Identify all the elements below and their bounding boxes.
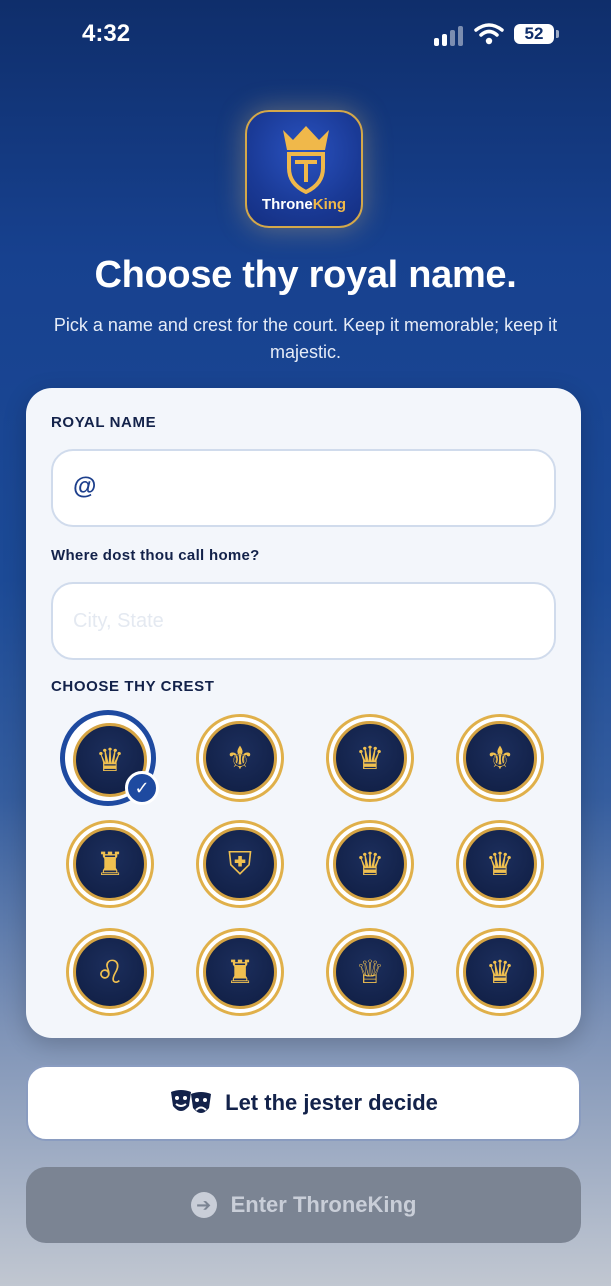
enter-label: Enter ThroneKing <box>230 1192 417 1217</box>
water-drop-shield-icon: ⛨ <box>203 827 277 901</box>
crest-grid: ♛ ✓ ⚜ ♛ ⚜ ♜ ⛨ ♛ ♛ ♌ ♜ ♕ ♛ <box>60 710 560 1016</box>
crest-option-5[interactable]: ♜ <box>66 820 154 908</box>
page-subtitle: Pick a name and crest for the court. Kee… <box>53 315 558 362</box>
battery-icon: 52 <box>514 24 559 44</box>
home-label: Where dost thou call home? <box>51 547 260 564</box>
castle-tower-icon: ♜ <box>203 935 277 1009</box>
royal-name-label: ROYAL NAME <box>51 414 157 431</box>
app-logo: ThroneKing <box>245 110 363 228</box>
crest-option-6[interactable]: ⛨ <box>196 820 284 908</box>
status-bar: 4:32 52 <box>0 0 611 70</box>
arrow-right-icon: ➔ <box>190 1192 217 1218</box>
cellular-signal-icon <box>434 24 466 46</box>
profile-form-card: ROYAL NAME @ Where dost thou call home? … <box>26 388 581 1038</box>
jester-decide-button[interactable]: Let the jester decide <box>26 1065 581 1141</box>
crest-label: CHOOSE THY CREST <box>51 678 215 695</box>
fountain-fleur-icon: ⚜ <box>463 721 537 795</box>
crest-option-8[interactable]: ♛ <box>456 820 544 908</box>
crown-shield-icon <box>283 126 329 194</box>
crest-option-3[interactable]: ♛ <box>326 714 414 802</box>
bidet-sprayer-icon: ♛ <box>463 827 537 901</box>
home-field[interactable] <box>51 582 556 660</box>
royal-name-field[interactable]: @ <box>51 449 556 527</box>
jester-hat-icon: ♛ <box>463 935 537 1009</box>
crest-option-1[interactable]: ♛ ✓ <box>60 710 159 806</box>
crest-option-2[interactable]: ⚜ <box>196 714 284 802</box>
lion-rampant-icon: ♌ <box>73 935 147 1009</box>
checkmark-icon: ✓ <box>125 771 159 805</box>
crest-option-7[interactable]: ♛ <box>326 820 414 908</box>
toilet-laurel-icon: ♕ <box>333 935 407 1009</box>
enter-button[interactable]: ➔ Enter ThroneKing <box>26 1167 581 1243</box>
crossed-plungers-icon: ⚜ <box>203 721 277 795</box>
royal-name-input[interactable] <box>113 451 543 525</box>
wifi-icon <box>474 22 504 46</box>
page-title: Choose thy royal name. <box>94 254 517 296</box>
key-paper-roll-icon: ♛ <box>333 827 407 901</box>
crest-option-12[interactable]: ♛ <box>456 928 544 1016</box>
crest-option-4[interactable]: ⚜ <box>456 714 544 802</box>
at-prefix: @ <box>73 473 97 500</box>
toilet-paper-laurel-icon: ♛ <box>333 721 407 795</box>
crest-option-9[interactable]: ♌ <box>66 928 154 1016</box>
app-logo-wordmark: ThroneKing <box>261 196 347 213</box>
status-time: 4:32 <box>82 20 131 47</box>
throne-chair-icon: ♜ <box>73 827 147 901</box>
theater-masks-icon <box>171 1090 212 1113</box>
crest-option-11[interactable]: ♕ <box>326 928 414 1016</box>
crest-option-10[interactable]: ♜ <box>196 928 284 1016</box>
city-state-input[interactable] <box>73 584 543 658</box>
jester-decide-label: Let the jester decide <box>225 1090 438 1115</box>
